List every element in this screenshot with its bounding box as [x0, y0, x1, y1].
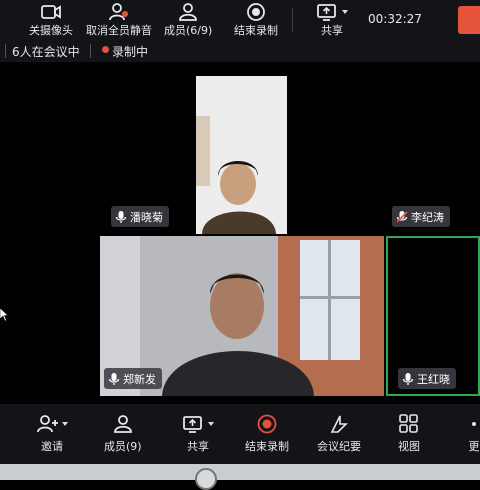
- participant-video: [196, 76, 287, 234]
- name-tag-wang: 王红晓: [398, 368, 456, 389]
- share-bottom-label: 共享: [187, 440, 209, 453]
- view-button[interactable]: 视图: [398, 414, 420, 454]
- status-divider-left: [5, 44, 6, 58]
- status-divider: [90, 44, 91, 58]
- mic-icon: [108, 372, 120, 385]
- name-tag-zheng: 郑新发: [104, 368, 162, 389]
- grid-view-icon: [399, 414, 418, 433]
- meeting-timer: 00:32:27: [368, 12, 422, 26]
- video-tile-pan[interactable]: [196, 76, 287, 234]
- chevron-down-icon: [208, 422, 214, 426]
- bottom-strip: [0, 464, 480, 480]
- toolbar-divider: [292, 8, 293, 32]
- mic-icon: [115, 210, 127, 223]
- invite-button[interactable]: 邀请: [36, 414, 68, 454]
- participant-count: 6人在会议中: [12, 45, 80, 59]
- end-meeting-button[interactable]: [458, 6, 480, 34]
- end-recording-label: 结束录制: [234, 24, 278, 37]
- name-pan: 潘晓菊: [130, 210, 163, 224]
- mic-icon: [402, 372, 414, 385]
- end-recording-bottom-label: 结束录制: [245, 440, 289, 453]
- home-indicator[interactable]: [195, 468, 217, 490]
- share-bottom-button[interactable]: 共享: [182, 414, 214, 454]
- more-dots-icon: [472, 422, 476, 426]
- user-icon: [113, 415, 132, 433]
- name-tag-pan: 潘晓菊: [111, 206, 169, 227]
- unmute-all-label: 取消全员静音: [86, 24, 152, 37]
- members-bottom-label: 成员(9): [104, 440, 142, 453]
- unmute-all-button[interactable]: 取消全员静音: [86, 2, 152, 37]
- chevron-down-icon: [62, 422, 68, 426]
- end-recording-bottom-button[interactable]: 结束录制: [245, 414, 289, 454]
- name-wang: 王红晓: [417, 372, 450, 386]
- camera-off-label: 关摄像头: [29, 24, 73, 37]
- name-tag-li: 李纪涛: [392, 206, 450, 227]
- meeting-minutes-label: 会议纪要: [317, 440, 361, 453]
- name-zheng: 郑新发: [123, 372, 156, 386]
- mouse-cursor-icon: [0, 308, 8, 322]
- meeting-minutes-button[interactable]: 会议纪要: [317, 414, 361, 454]
- name-li: 李纪涛: [411, 210, 444, 224]
- members-label: 成员(6/9): [164, 24, 213, 37]
- chevron-down-icon: [342, 10, 348, 14]
- record-stop-icon: [247, 3, 265, 21]
- record-stop-icon: [257, 414, 277, 434]
- members-button[interactable]: 成员(6/9): [164, 2, 212, 37]
- share-button[interactable]: 共享: [316, 2, 348, 37]
- recording-status: 录制中: [112, 45, 149, 59]
- add-user-icon: [37, 415, 58, 433]
- recording-dot-icon: [102, 46, 109, 53]
- camera-icon: [41, 5, 61, 19]
- share-label: 共享: [321, 24, 343, 37]
- minutes-icon: [330, 415, 348, 433]
- share-screen-icon: [183, 416, 202, 433]
- view-label: 视图: [398, 440, 420, 453]
- user-icon: [179, 3, 198, 21]
- camera-off-button[interactable]: 关摄像头: [29, 2, 73, 37]
- end-recording-button[interactable]: 结束录制: [234, 2, 278, 37]
- more-button[interactable]: 更: [468, 414, 480, 454]
- mic-muted-icon: [396, 210, 408, 223]
- invite-label: 邀请: [41, 440, 63, 453]
- users-mic-icon: [109, 3, 128, 21]
- members-bottom-button[interactable]: 成员(9): [104, 414, 142, 454]
- more-label: 更: [468, 440, 480, 453]
- share-screen-icon: [317, 4, 336, 21]
